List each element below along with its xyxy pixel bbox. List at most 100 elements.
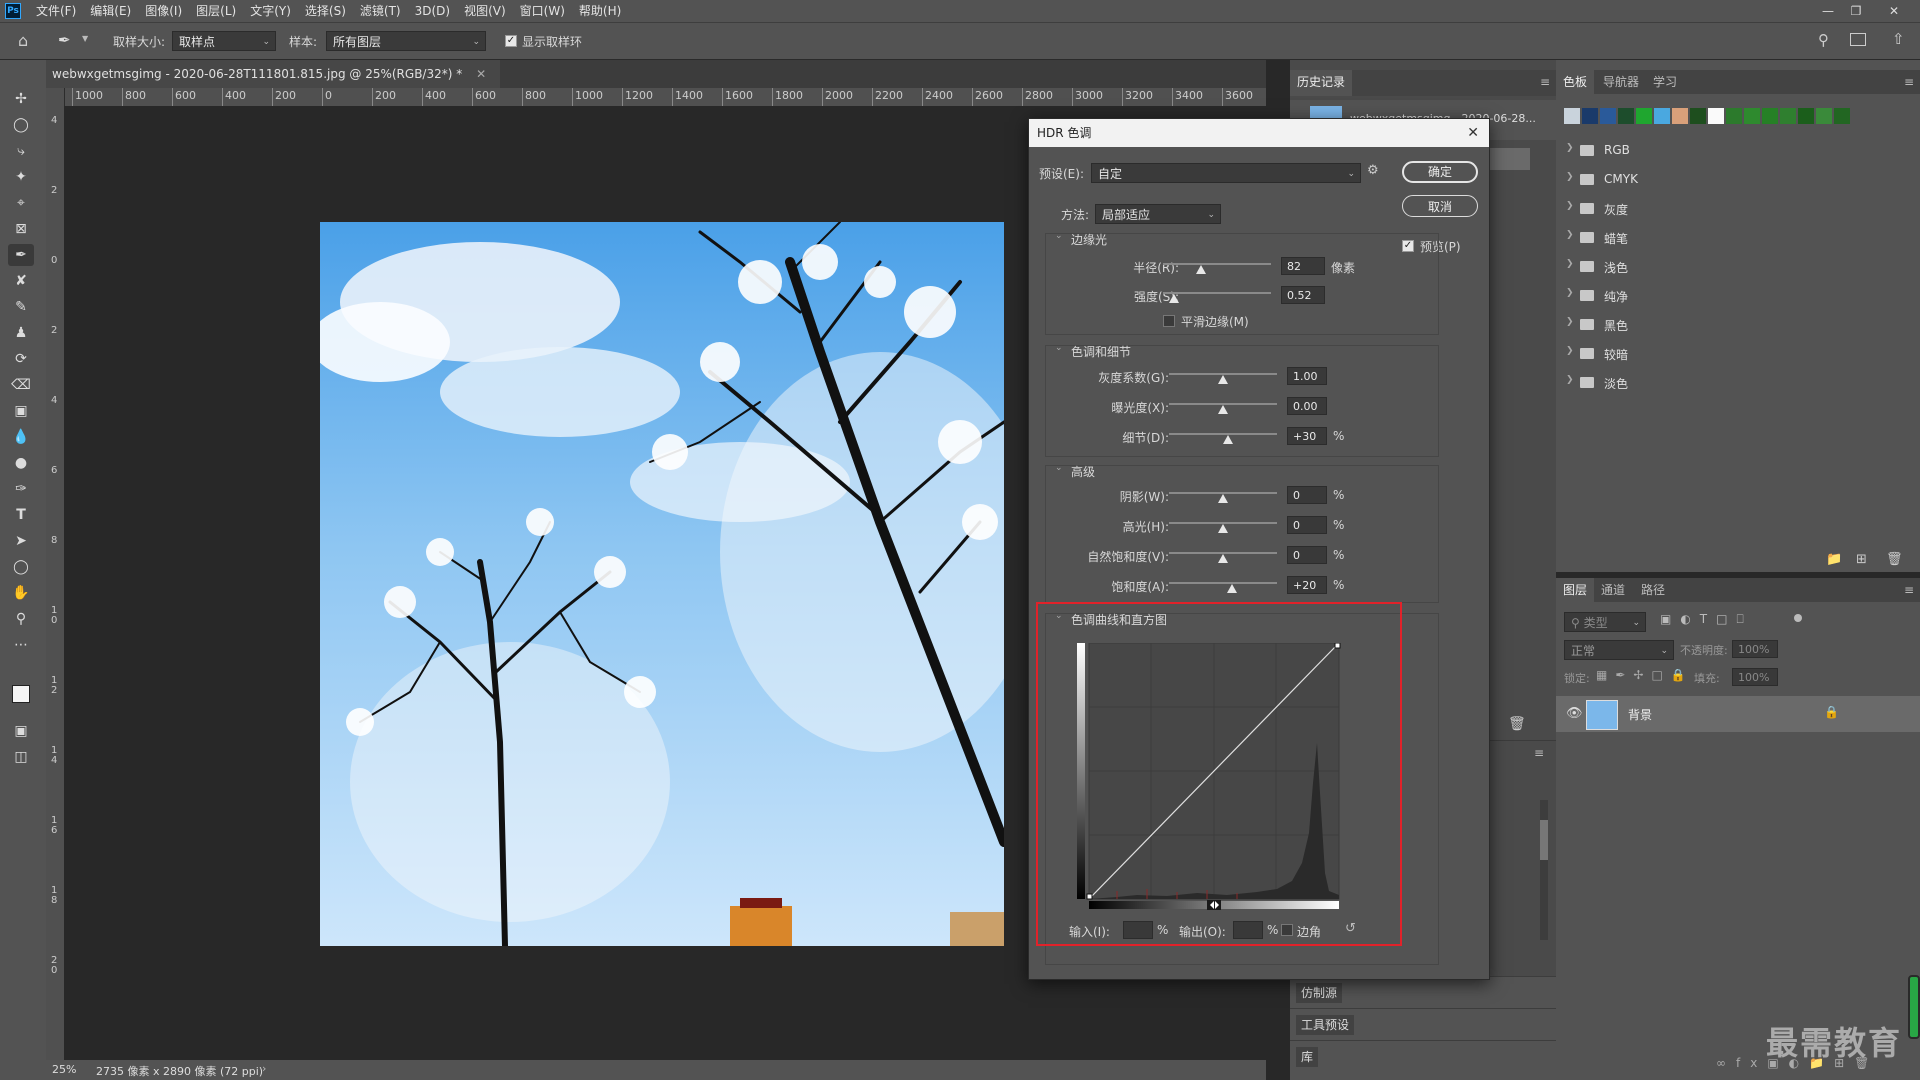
history-brush-icon[interactable]: ⟳	[8, 348, 34, 370]
sample-select[interactable]: 所有图层 ⌄	[326, 31, 486, 51]
layer-filter-icons[interactable]: ▣◐T□⎕	[1660, 612, 1753, 627]
zoom-level[interactable]: 25%	[52, 1063, 76, 1076]
filter-toggle-icon[interactable]	[1794, 614, 1802, 622]
lock-icons[interactable]: ▦✒✢□🔒	[1596, 668, 1694, 682]
chevron-right-icon[interactable]: ❯	[1566, 346, 1574, 356]
close-tab-icon[interactable]: ✕	[476, 67, 486, 81]
visibility-eye-icon[interactable]: 👁	[1566, 706, 1583, 721]
color-swatch[interactable]	[1600, 108, 1616, 124]
tab-clone-source[interactable]: 仿制源	[1296, 983, 1343, 1003]
tab-swatches[interactable]: 色板	[1556, 70, 1595, 94]
vibrance-slider-thumb[interactable]	[1218, 554, 1228, 563]
exposure-slider-thumb[interactable]	[1218, 405, 1228, 414]
tab-history[interactable]: 历史记录	[1290, 70, 1353, 96]
color-swatch[interactable]	[1672, 108, 1688, 124]
gradient-tool-icon[interactable]: ▣	[8, 400, 34, 422]
edge-glow-header[interactable]: 边缘光	[1071, 231, 1107, 248]
close-icon[interactable]: ✕	[1467, 119, 1479, 147]
chevron-right-icon[interactable]: ❯	[1566, 143, 1574, 153]
swatch-group[interactable]: ❯ 灰度	[1566, 198, 1766, 220]
eraser-tool-icon[interactable]: ⌫	[8, 374, 34, 396]
new-swatch-icon[interactable]: ⊞	[1856, 552, 1867, 567]
strength-slider-thumb[interactable]	[1168, 294, 1179, 303]
color-swatch[interactable]	[1708, 108, 1724, 124]
frame-tool-icon[interactable]: ⊠	[8, 218, 34, 240]
shadow-field[interactable]: 0	[1287, 486, 1327, 504]
opacity-field[interactable]: 100%	[1732, 640, 1778, 658]
scrollbar[interactable]	[1540, 800, 1548, 940]
document-tab[interactable]: webwxgetmsgimg - 2020-06-28T111801.815.j…	[46, 60, 501, 88]
menu-layer[interactable]: 图层(L)	[189, 0, 243, 22]
show-ring-checkbox[interactable]: ✓	[505, 35, 517, 47]
color-swatch[interactable]	[1780, 108, 1796, 124]
color-swatch[interactable]	[1618, 108, 1634, 124]
tab-channels[interactable]: 通道	[1594, 578, 1632, 602]
tone-detail-header[interactable]: 色调和细节	[1071, 343, 1131, 360]
color-swatch[interactable]	[1726, 108, 1742, 124]
ellipse-tool-icon[interactable]: ◯	[8, 556, 34, 578]
highlight-slider-thumb[interactable]	[1218, 524, 1228, 533]
close-icon[interactable]: ✕	[1880, 0, 1908, 22]
swatch-group[interactable]: ❯ 淡色	[1566, 372, 1766, 394]
gamma-field[interactable]: 1.00	[1287, 367, 1327, 385]
layer-name[interactable]: 背景	[1628, 706, 1652, 723]
smooth-edges-checkbox[interactable]	[1163, 315, 1175, 327]
detail-field[interactable]: +30	[1287, 427, 1327, 445]
blend-mode-select[interactable]: 正常 ⌄	[1564, 640, 1674, 660]
library-panel[interactable]: 库	[1290, 1040, 1556, 1073]
marquee-tool-icon[interactable]: ◯	[8, 114, 34, 136]
layer-filter-select[interactable]: ⚲ 类型 ⌄	[1564, 612, 1646, 632]
radius-slider-thumb[interactable]	[1195, 265, 1206, 274]
color-swatch[interactable]	[1762, 108, 1778, 124]
minimize-icon[interactable]: —	[1814, 0, 1842, 22]
chevron-right-icon[interactable]: ❯	[1566, 375, 1574, 385]
chevron-down-icon[interactable]: ⌄	[1055, 343, 1063, 353]
eyedropper-preset-icon[interactable]: ✒	[58, 31, 78, 51]
workspace-icon[interactable]	[1850, 33, 1866, 46]
swatch-group[interactable]: ❯ 浅色	[1566, 256, 1766, 278]
menu-3d[interactable]: 3D(D)	[408, 0, 457, 22]
layer-row[interactable]: 👁 背景 🔒	[1556, 696, 1920, 732]
cancel-button[interactable]: 取消	[1402, 195, 1478, 217]
swatch-group[interactable]: ❯ 较暗	[1566, 343, 1766, 365]
color-swatch[interactable]	[1654, 108, 1670, 124]
brush-tool-icon[interactable]: ✎	[8, 296, 34, 318]
trash-icon[interactable]: 🗑	[1508, 716, 1526, 732]
color-swatch[interactable]	[1690, 108, 1706, 124]
tab-library[interactable]: 库	[1296, 1047, 1319, 1067]
color-swatch[interactable]	[1564, 108, 1580, 124]
sample-size-select[interactable]: 取样点 ⌄	[172, 31, 276, 51]
highlight-field[interactable]: 0	[1287, 516, 1327, 534]
share-icon[interactable]: ⇧	[1892, 30, 1905, 48]
method-select[interactable]: 局部适应 ⌄	[1095, 204, 1221, 224]
swatch-group[interactable]: ❯ 蜡笔	[1566, 227, 1766, 249]
hand-tool-icon[interactable]: ✋	[8, 582, 34, 604]
more-tools-icon[interactable]: ⋯	[8, 634, 34, 656]
tab-navigator[interactable]: 导航器	[1596, 70, 1646, 94]
healing-brush-icon[interactable]: ✘	[8, 270, 34, 292]
color-swatch[interactable]	[1834, 108, 1850, 124]
blur-tool-icon[interactable]: 💧	[8, 426, 34, 448]
color-swatch[interactable]	[1636, 108, 1652, 124]
type-tool-icon[interactable]: T	[8, 504, 34, 526]
strength-field[interactable]: 0.52	[1281, 286, 1325, 304]
chevron-right-icon[interactable]: ❯	[1566, 230, 1574, 240]
zoom-tool-icon[interactable]: ⚲	[8, 608, 34, 630]
color-swatch[interactable]	[1798, 108, 1814, 124]
tool-presets-panel[interactable]: 工具预设	[1290, 1008, 1556, 1041]
search-icon[interactable]: ⚲	[1818, 31, 1829, 49]
clone-stamp-icon[interactable]: ♟	[8, 322, 34, 344]
saturation-slider-track[interactable]	[1169, 582, 1277, 584]
swatch-group[interactable]: ❯ RGB	[1566, 140, 1766, 162]
new-group-icon[interactable]: 📁	[1826, 552, 1842, 567]
swatch-group[interactable]: ❯ CMYK	[1566, 169, 1766, 191]
menu-edit[interactable]: 编辑(E)	[83, 0, 138, 22]
menu-file[interactable]: 文件(F)	[29, 0, 83, 22]
detail-slider-thumb[interactable]	[1223, 435, 1234, 444]
panel-menu-icon[interactable]: ≡	[1904, 583, 1914, 597]
chevron-right-icon[interactable]: ❯	[1566, 259, 1574, 269]
move-tool-icon[interactable]: ✢	[8, 88, 34, 110]
advanced-header[interactable]: 高级	[1071, 463, 1095, 480]
gear-icon[interactable]: ⚙	[1367, 163, 1379, 178]
tab-paths[interactable]: 路径	[1634, 578, 1672, 602]
